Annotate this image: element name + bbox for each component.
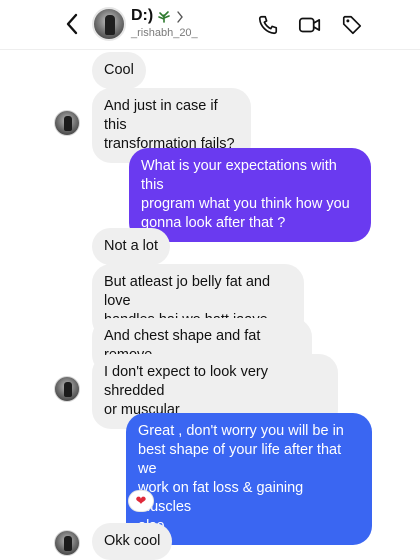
chat-header: D:) _rishabh_20_ bbox=[0, 0, 420, 50]
back-chevron-icon[interactable] bbox=[60, 11, 84, 37]
contact-avatar[interactable] bbox=[92, 7, 126, 41]
heart-reaction-icon[interactable]: ❤ bbox=[128, 490, 154, 512]
tag-icon[interactable] bbox=[340, 13, 364, 37]
sender-avatar[interactable] bbox=[54, 376, 80, 402]
message-bubble-outgoing[interactable]: What is your expectations with this prog… bbox=[129, 148, 371, 242]
message-bubble-incoming[interactable]: Not a lot bbox=[92, 228, 170, 265]
message-bubble-incoming[interactable]: Okk cool bbox=[92, 523, 173, 560]
chevron-right-icon[interactable] bbox=[176, 10, 186, 23]
sender-avatar[interactable] bbox=[54, 530, 80, 556]
video-camera-icon[interactable] bbox=[298, 13, 322, 37]
leaf-icon bbox=[157, 9, 171, 23]
phone-icon[interactable] bbox=[256, 13, 280, 37]
contact-name[interactable]: D:) bbox=[131, 7, 171, 25]
sender-avatar[interactable] bbox=[54, 110, 80, 136]
message-bubble-incoming[interactable]: Cool bbox=[92, 52, 146, 89]
contact-username: _rishabh_20_ bbox=[131, 27, 198, 39]
